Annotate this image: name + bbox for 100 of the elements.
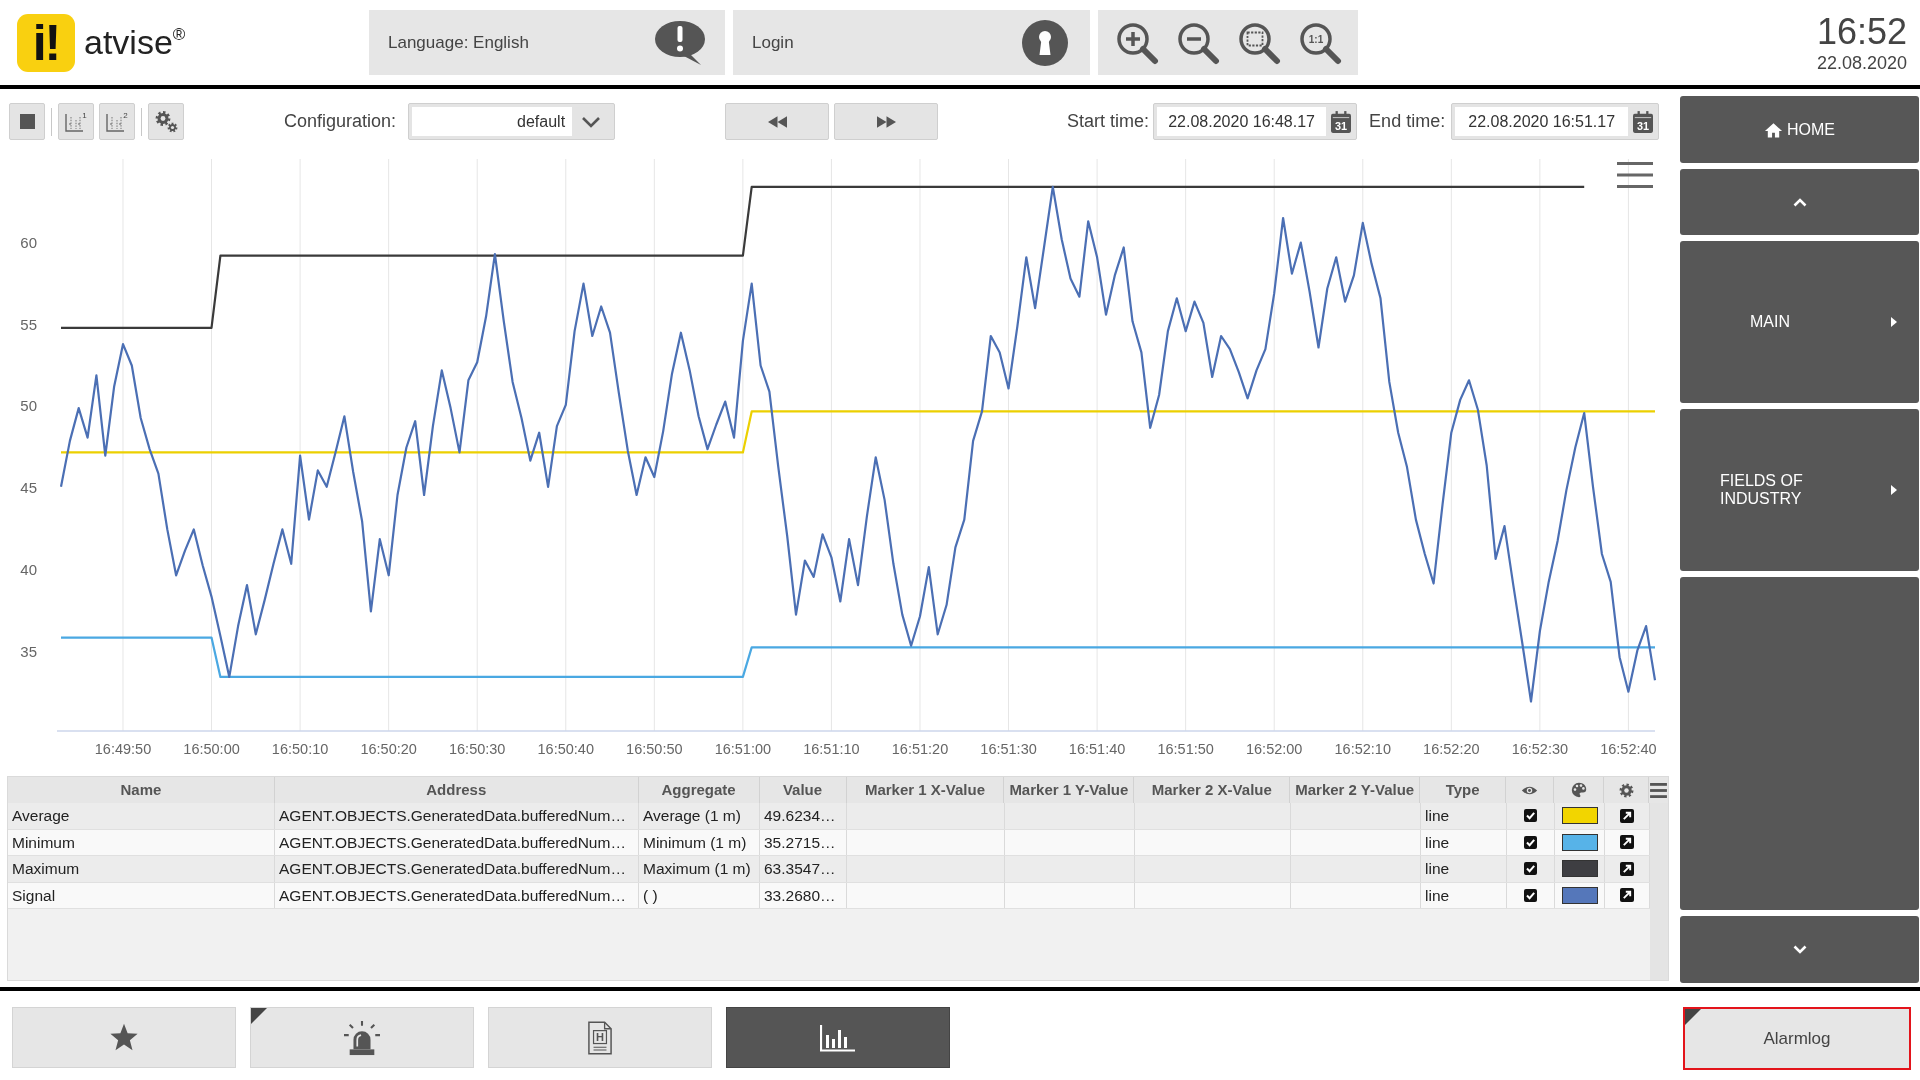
menu-button[interactable]: FIELDS OF INDUSTRY (1680, 409, 1919, 571)
table-row[interactable]: Minimum AGENT.OBJECTS.GeneratedData.bufferedNum… Minimum (1 m) 35.2715… line (8, 829, 1650, 856)
rewind-icon (767, 115, 787, 128)
arrow-box-icon[interactable] (1620, 861, 1634, 876)
eye-icon (1521, 784, 1539, 796)
table-cell: AGENT.OBJECTS.GeneratedData.bufferedNum… (275, 829, 639, 855)
language-button[interactable]: Language: English (369, 10, 725, 75)
arrow-box-icon[interactable] (1620, 835, 1634, 850)
checkbox[interactable] (1524, 809, 1537, 823)
table-cell: Average (8, 803, 275, 829)
trend-button[interactable] (726, 1007, 950, 1068)
report-button[interactable]: H (488, 1007, 712, 1068)
checkbox[interactable] (1524, 888, 1537, 902)
menu-button[interactable]: MAIN (1680, 241, 1919, 403)
menu-icon[interactable] (1617, 162, 1653, 188)
palette-icon (1570, 782, 1587, 798)
axis-label: 16:51:00 (714, 741, 772, 757)
home-button[interactable]: HOME (1680, 96, 1919, 163)
table-cell: Signal (8, 882, 275, 908)
table-cell: AGENT.OBJECTS.GeneratedData.bufferedNum… (275, 803, 639, 829)
configuration-dropdown[interactable]: default (408, 103, 616, 140)
table-cell: ( ) (639, 882, 760, 908)
axis-label: 55 (20, 315, 37, 333)
zoom-in-icon[interactable] (1114, 20, 1159, 65)
table-cell: AGENT.OBJECTS.GeneratedData.bufferedNum… (275, 856, 639, 882)
table-row[interactable]: Signal AGENT.OBJECTS.GeneratedData.bufferedNum… ( ) 33.2680… line (8, 882, 1650, 909)
axis-label: 16:49:50 (94, 741, 152, 757)
axis-label: 16:51:10 (803, 741, 860, 757)
table-cell: Maximum (8, 856, 275, 882)
table-cell: line (1421, 882, 1507, 908)
axis-label: 35 (20, 643, 37, 661)
siren-icon (343, 1019, 381, 1056)
chevron-down-icon (1792, 945, 1807, 954)
axis-label: 16:52:30 (1511, 741, 1569, 757)
axis-label: 16:50:30 (449, 741, 506, 757)
table-cell: 63.3547… (760, 856, 847, 882)
stop-button[interactable] (9, 103, 45, 140)
end-time-field[interactable]: 22.08.2020 16:51.17 31 (1451, 103, 1660, 140)
table-row[interactable]: Average AGENT.OBJECTS.GeneratedData.bufferedNum… Average (1 m) 49.6234… line (8, 803, 1650, 830)
scrollbar-track[interactable] (1650, 803, 1668, 980)
axis-label: 50 (20, 397, 37, 415)
logo-wordmark: atvise$^{®}$ (84, 23, 186, 62)
checkbox[interactable] (1524, 835, 1537, 849)
alarms-button[interactable] (250, 1007, 474, 1068)
chevron-up-icon (1792, 197, 1807, 207)
axis-label: 16:50:40 (537, 741, 594, 757)
table-cell: line (1421, 856, 1507, 882)
color-swatch-icon[interactable] (1561, 833, 1598, 851)
logo-mark: i! (17, 13, 75, 72)
table-cell: AGENT.OBJECTS.GeneratedData.bufferedNum… (275, 882, 639, 908)
zoom-out-icon[interactable] (1175, 20, 1220, 65)
stop-icon (19, 114, 35, 129)
menu-icon[interactable] (1650, 782, 1667, 798)
keyhole-icon (1022, 19, 1068, 66)
color-swatch-icon[interactable] (1561, 886, 1598, 904)
axis-button[interactable]: 1 (58, 103, 94, 140)
axis-label: 40 (20, 561, 37, 579)
table-cell: Maximum (1 m) (639, 856, 760, 882)
speech-bubble-icon (654, 19, 708, 66)
bar-chart-icon (820, 1023, 856, 1052)
gears-icon (154, 110, 178, 133)
zoom-area-icon[interactable] (1236, 20, 1281, 65)
axis-label: 16:52:20 (1423, 741, 1480, 757)
clock-date: 22.08.2020 (1816, 52, 1907, 73)
fast-forward-button[interactable] (834, 103, 939, 140)
color-swatch-icon[interactable] (1561, 860, 1598, 878)
axis-label: 16:51:50 (1157, 741, 1214, 757)
table-cell: Minimum (8, 829, 275, 855)
table-cell: line (1421, 803, 1507, 829)
axis-label: 16:50:50 (626, 741, 683, 757)
table-cell: 35.2715… (760, 829, 847, 855)
color-swatch-icon[interactable] (1561, 807, 1598, 825)
axis-label: 60 (20, 233, 37, 251)
chevron-down-icon (581, 115, 602, 128)
axis-label: 16:50:20 (360, 741, 417, 757)
star-icon (109, 1023, 139, 1052)
table-cell: 49.6234… (760, 803, 847, 829)
configuration-label: Configuration: (284, 111, 397, 132)
checkbox[interactable] (1524, 862, 1537, 876)
arrow-box-icon[interactable] (1620, 808, 1634, 823)
alarmlog-button[interactable]: Alarmlog (1683, 1007, 1911, 1070)
table-cell: 33.2680… (760, 882, 847, 908)
settings-button[interactable] (148, 103, 184, 140)
axis-label: 16:51:30 (980, 741, 1037, 757)
document-icon: H (588, 1020, 612, 1055)
calendar-icon[interactable]: 31 (1331, 110, 1352, 133)
table-cell: Average (1 m) (639, 803, 760, 829)
end-time-label: End time: (1369, 111, 1446, 132)
axis-label: 16:51:20 (891, 741, 949, 757)
table-row[interactable]: Maximum AGENT.OBJECTS.GeneratedData.bufferedNum… Maximum (1 m) 63.3547… line (8, 856, 1650, 883)
axis-label: 16:50:10 (271, 741, 329, 757)
axis-button[interactable]: 2 (99, 103, 135, 140)
arrow-box-icon[interactable] (1620, 888, 1634, 903)
axis-label: 16:50:00 (183, 741, 240, 757)
rewind-button[interactable] (725, 103, 830, 140)
clock-time: 16:52 (1816, 12, 1907, 51)
login-button[interactable]: Login (733, 10, 1090, 75)
axis-label: 16:52:40 (1600, 741, 1657, 757)
calendar-icon[interactable]: 31 (1633, 110, 1654, 133)
start-time-field[interactable]: 22.08.2020 16:48.17 31 (1153, 103, 1358, 140)
